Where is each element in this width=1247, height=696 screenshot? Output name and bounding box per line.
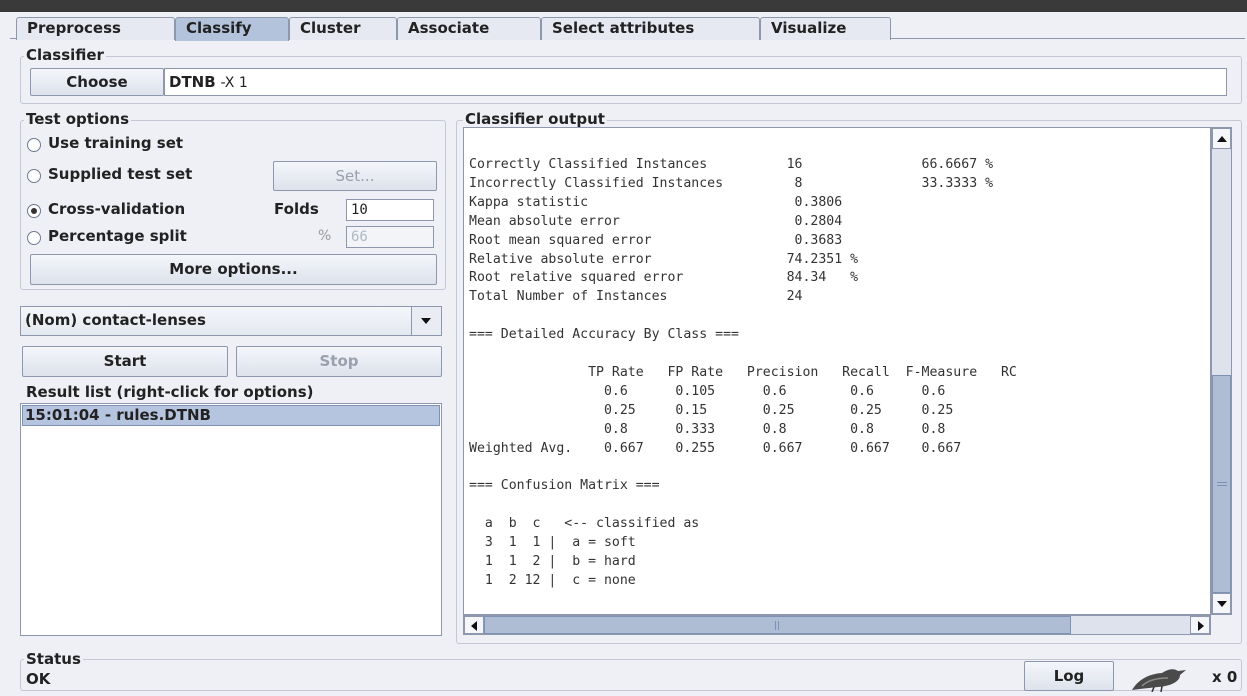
- dropdown-button[interactable]: [411, 307, 441, 335]
- horizontal-scrollbar[interactable]: [463, 615, 1211, 635]
- scroll-down-button[interactable]: [1212, 593, 1231, 614]
- classifier-config-field[interactable]: DTNB -X 1: [164, 68, 1227, 96]
- grip-icon: [775, 621, 776, 630]
- use-training-set-radio[interactable]: [27, 138, 41, 152]
- status-label: Status: [24, 650, 83, 668]
- tab-classify[interactable]: Classify: [175, 17, 289, 41]
- percent-symbol: %: [318, 228, 332, 244]
- horizontal-scroll-thumb[interactable]: [484, 616, 1071, 634]
- scroll-corner: [1211, 615, 1232, 635]
- task-count: x 0: [1212, 668, 1238, 686]
- folds-label: Folds: [274, 200, 319, 218]
- classifier-group-label: Classifier: [24, 46, 106, 64]
- tab-cluster[interactable]: Cluster: [289, 17, 397, 40]
- vertical-scroll-thumb[interactable]: [1212, 375, 1231, 593]
- stop-button[interactable]: Stop: [236, 346, 442, 377]
- result-list-label: Result list (right-click for options): [24, 383, 316, 401]
- scroll-left-button[interactable]: [464, 616, 484, 634]
- tab-visualize[interactable]: Visualize: [760, 17, 891, 40]
- window-top-bar: [0, 0, 1247, 12]
- class-attribute-select[interactable]: (Nom) contact-lenses: [20, 306, 442, 336]
- classifier-output-label: Classifier output: [463, 110, 607, 128]
- folds-input[interactable]: 10: [346, 199, 434, 221]
- arrow-down-icon: [1217, 601, 1227, 607]
- result-list-item[interactable]: 15:01:04 - rules.DTNB: [22, 405, 440, 426]
- classifier-name: DTNB: [169, 73, 216, 91]
- tab-label: Classify: [186, 19, 252, 37]
- vertical-scrollbar[interactable]: [1211, 127, 1232, 615]
- scroll-right-button[interactable]: [1190, 616, 1210, 634]
- tab-label: Visualize: [771, 19, 847, 37]
- percentage-split-radio[interactable]: [27, 231, 41, 245]
- tab-associate[interactable]: Associate: [397, 17, 541, 40]
- scrolled-text-fragment: [514, 128, 594, 130]
- tab-label: Preprocess: [27, 19, 121, 37]
- cross-validation-radio[interactable]: [27, 204, 41, 218]
- tab-label: Select attributes: [552, 19, 695, 37]
- percentage-split-label: Percentage split: [48, 227, 187, 245]
- start-button[interactable]: Start: [22, 346, 228, 377]
- weka-bird-icon[interactable]: [1128, 664, 1188, 693]
- test-options-label: Test options: [24, 110, 132, 128]
- classifier-output-text[interactable]: Correctly Classified Instances 16 66.666…: [463, 127, 1211, 615]
- log-button[interactable]: Log: [1024, 661, 1114, 691]
- cross-validation-label: Cross-validation: [48, 200, 186, 218]
- tab-select-attributes[interactable]: Select attributes: [541, 17, 760, 40]
- arrow-left-icon: [471, 621, 477, 631]
- output-text: Correctly Classified Instances 16 66.666…: [469, 157, 1017, 588]
- tab-label: Cluster: [300, 19, 361, 37]
- tab-preprocess[interactable]: Preprocess: [16, 17, 175, 40]
- classifier-options: -X 1: [220, 75, 248, 91]
- grip-icon: [1217, 482, 1227, 483]
- class-attribute-value: (Nom) contact-lenses: [25, 311, 206, 329]
- more-options-button[interactable]: More options...: [30, 254, 437, 285]
- supplied-test-set-radio[interactable]: [27, 169, 41, 183]
- chevron-down-icon: [421, 318, 431, 324]
- status-text: OK: [26, 670, 51, 688]
- use-training-set-label: Use training set: [48, 134, 184, 152]
- result-list[interactable]: 15:01:04 - rules.DTNB: [20, 403, 442, 636]
- set-test-set-button[interactable]: Set...: [273, 161, 437, 191]
- arrow-right-icon: [1198, 621, 1204, 631]
- supplied-test-set-label: Supplied test set: [48, 165, 193, 183]
- arrow-up-icon: [1217, 136, 1227, 142]
- percentage-split-input[interactable]: 66: [346, 226, 434, 248]
- choose-classifier-button[interactable]: Choose: [30, 68, 164, 96]
- tab-label: Associate: [408, 19, 490, 37]
- scroll-up-button[interactable]: [1212, 128, 1231, 149]
